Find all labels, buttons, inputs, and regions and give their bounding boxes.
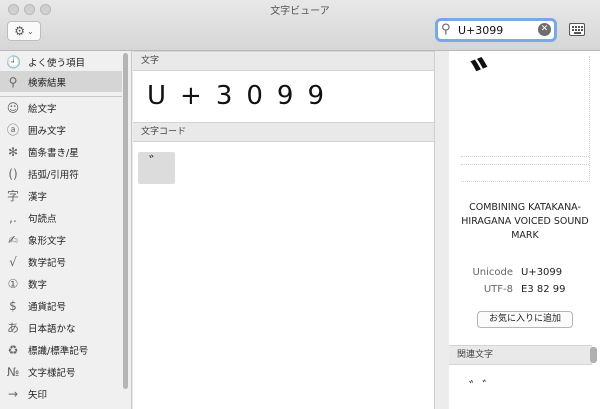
search-icon: ⚲: [8, 74, 18, 89]
utf8-value: E3 82 99: [521, 284, 566, 295]
baseline-guide: [461, 156, 589, 157]
sidebar-item-label: 漢字: [28, 191, 48, 203]
sidebar-item-pictographs[interactable]: ✍ 象形文字: [0, 229, 122, 250]
sidebar-item-brackets[interactable]: () 括弧/引用符: [0, 163, 122, 184]
search-input[interactable]: [458, 22, 536, 38]
add-to-favorites-button[interactable]: お気に入りに追加: [477, 311, 573, 328]
character-name: COMBINING KATAKANA-HIRAGANA VOICED SOUND…: [461, 202, 589, 241]
action-menu-button[interactable]: ⚙ ⌄: [7, 21, 41, 41]
clear-search-icon[interactable]: ✕: [538, 23, 551, 36]
character-display[interactable]: U+3099: [147, 81, 338, 111]
sidebar-item-enclosed[interactable]: ⓐ 囲み文字: [0, 119, 122, 140]
search-icon: ⚲: [441, 22, 451, 37]
chevron-down-icon: ⌄: [27, 26, 34, 36]
char-section-header: 文字: [133, 51, 434, 71]
code-section-header: 文字コード: [133, 122, 434, 142]
sidebar-item-arrows[interactable]: → 矢印: [0, 383, 122, 404]
numero-icon: №: [6, 364, 20, 379]
parentheses-icon: (): [8, 166, 18, 181]
sidebar-item-signs[interactable]: ♻ 標識/標準記号: [0, 339, 122, 360]
sidebar-item-emoji[interactable]: ☺ 絵文字: [0, 97, 122, 118]
circled-a-icon: ⓐ: [6, 123, 19, 137]
sidebar-item-bullets-stars[interactable]: ✻ 箇条書き/星: [0, 141, 122, 162]
sidebar-item-search-results[interactable]: ⚲ 検索結果: [0, 71, 122, 92]
sidebar-item-label: 日本語かな: [28, 323, 76, 335]
unicode-value: U+3099: [521, 267, 563, 278]
unicode-label: Unicode: [472, 267, 513, 278]
sidebar-item-label: 箇条書き/星: [28, 147, 79, 159]
sidebar-item-label: 句読点: [28, 213, 57, 225]
sidebar-item-label: 文字様記号: [28, 367, 76, 379]
sidebar-item-kanji[interactable]: 字 漢字: [0, 185, 122, 206]
utf8-label: UTF-8: [483, 284, 513, 295]
sidebar-item-favorites[interactable]: 🕘 よく使う項目: [0, 51, 122, 72]
sidebar-item-label: 象形文字: [28, 235, 67, 247]
related-characters[interactable]: ゛ ゙: [469, 377, 514, 397]
sidebar-item-letterlike[interactable]: № 文字様記号: [0, 361, 122, 382]
kanji-icon: 字: [6, 189, 19, 203]
sidebar-item-label: 矢印: [28, 389, 48, 401]
sidebar-item-label: 数学記号: [28, 257, 67, 269]
sidebar-item-label: 検索結果: [28, 77, 67, 89]
sidebar-item-digits[interactable]: ① 数字: [0, 273, 122, 294]
sidebar-item-punctuation[interactable]: ,. 句読点: [0, 207, 122, 228]
sqrt-icon: √: [9, 254, 17, 269]
descender-guide: [461, 164, 589, 165]
dollar-icon: $: [9, 298, 17, 313]
sidebar-item-kana[interactable]: あ 日本語かな: [0, 317, 122, 338]
search-field[interactable]: ⚲ ✕: [435, 18, 557, 42]
sidebar-item-math[interactable]: √ 数学記号: [0, 251, 122, 272]
panel-divider[interactable]: [434, 51, 449, 409]
arrow-icon: →: [7, 386, 19, 401]
related-characters-header: 関連文字: [449, 345, 592, 365]
category-sidebar: 🕘 よく使う項目 ⚲ 検索結果 ☺ 絵文字 ⓐ 囲み文字 ✻ 箇条書き/星 ()…: [0, 51, 132, 409]
smiley-icon: ☺: [6, 100, 20, 115]
glyph-preview[interactable]: ゛: [471, 59, 523, 111]
sidebar-item-label: 通貨記号: [28, 301, 67, 313]
sidebar-item-label: よく使う項目: [28, 57, 86, 69]
window-title: 文字ビューア: [270, 6, 330, 17]
related-scrollbar[interactable]: [590, 347, 597, 363]
sidebar-item-label: 囲み文字: [28, 125, 67, 137]
circled-one-icon: ①: [7, 276, 19, 291]
hiragana-icon: あ: [6, 321, 19, 335]
character-panel: 文字 U+3099 文字コード ゛: [133, 51, 434, 409]
recycle-icon: ♻: [7, 342, 19, 357]
gear-icon: ⚙: [14, 24, 26, 38]
sidebar-scrollbar[interactable]: [123, 53, 128, 389]
clock-icon: 🕘: [6, 54, 21, 69]
asterisk-icon: ✻: [7, 144, 19, 159]
detail-panel: ゛ COMBINING KATAKANA-HIRAGANA VOICED SOU…: [449, 51, 600, 409]
sidebar-item-currency[interactable]: $ 通貨記号: [0, 295, 122, 316]
pictograph-icon: ✍: [7, 232, 19, 247]
title-bar: 文字ビューア ⚙ ⌄ ⚲ ✕: [0, 0, 600, 51]
character-tile[interactable]: ゛: [138, 152, 175, 184]
punctuation-icon: ,.: [9, 210, 17, 225]
sidebar-item-label: 絵文字: [28, 103, 57, 115]
sidebar-item-label: 標識/標準記号: [28, 345, 89, 357]
keyboard-viewer-icon[interactable]: [569, 23, 585, 36]
sidebar-item-label: 数字: [28, 279, 48, 291]
sidebar-item-label: 括弧/引用符: [28, 169, 79, 181]
